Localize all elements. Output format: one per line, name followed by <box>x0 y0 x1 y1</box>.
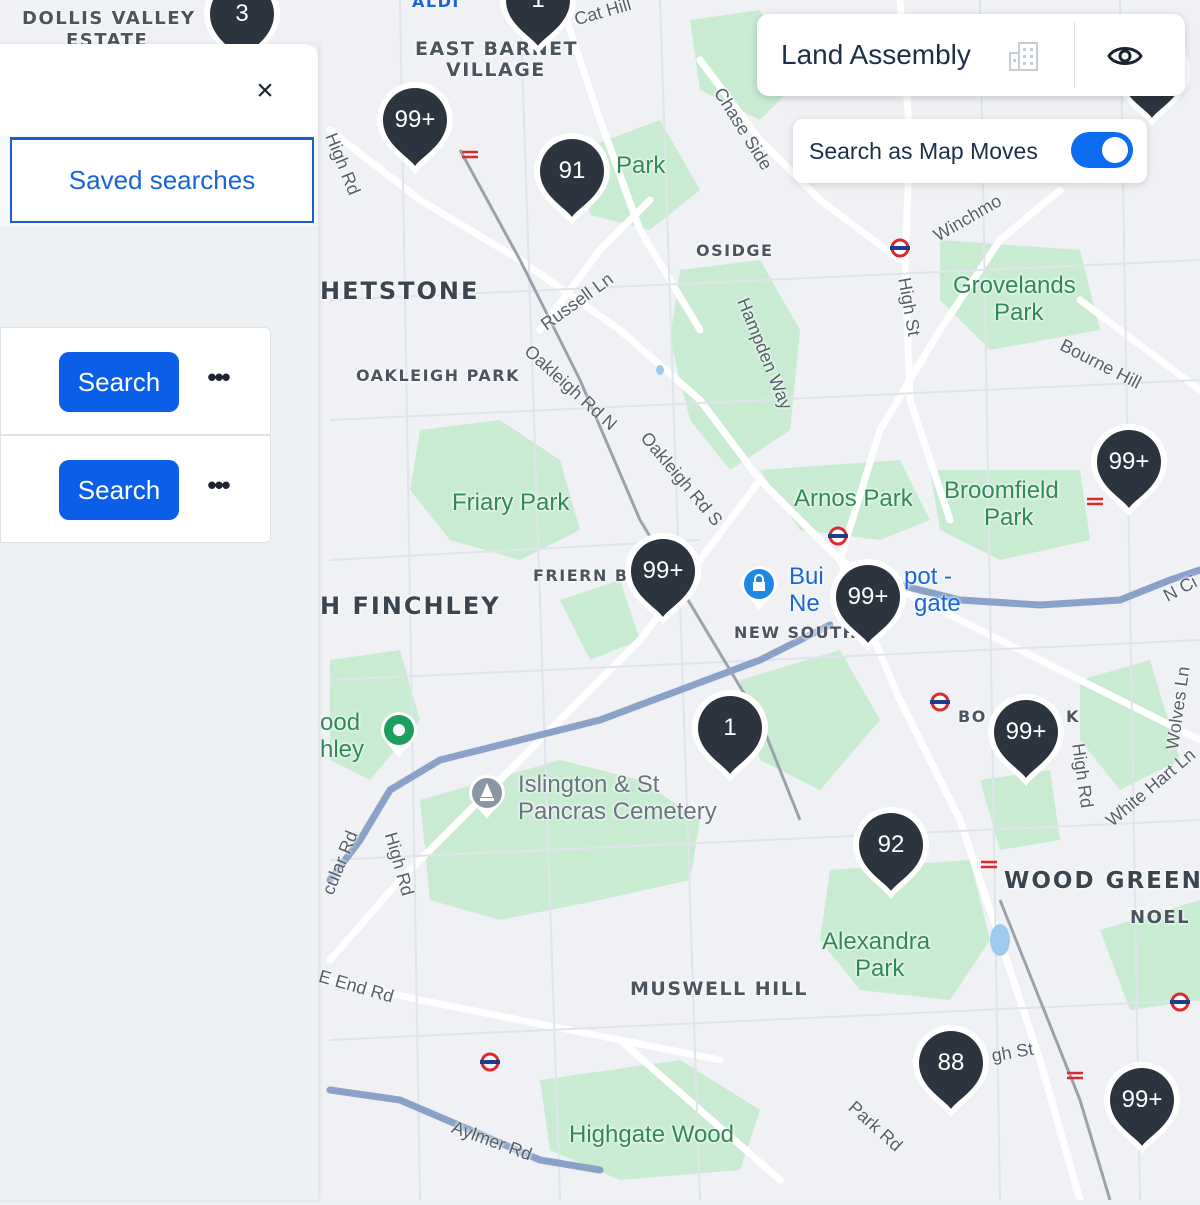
park-label-highgate-wood: Highgate Wood <box>569 1121 734 1148</box>
map-cluster-marker[interactable]: 99+ <box>1089 422 1169 518</box>
marker-count: 99+ <box>394 106 436 133</box>
poi-label-cemetery-2: Pancras Cemetery <box>518 798 717 825</box>
poi-label-new: Ne <box>789 590 820 617</box>
place-label-east-barnet-village: VILLAGE <box>446 59 546 81</box>
marker-count: 88 <box>937 1049 965 1076</box>
marker-count: 1 <box>723 714 737 741</box>
park-label-alexandra-park: Park <box>855 955 905 982</box>
saved-searches-panel: × Saved searches Search ••• Search ••• <box>0 44 318 1200</box>
poi-label-southgate: gate <box>914 590 961 617</box>
poi-label-depot: pot - <box>904 563 953 590</box>
close-panel-button[interactable]: × <box>248 74 282 108</box>
place-label-bowes: BO <box>958 707 987 726</box>
marker-count: 99+ <box>1121 1086 1163 1113</box>
park-label-alexandra: Alexandra <box>822 928 931 955</box>
park-label-grovelands-park: Park <box>994 299 1044 326</box>
poi-label-buildbase: Bui <box>789 563 824 590</box>
search-as-map-moves-toggle[interactable] <box>1071 132 1133 168</box>
more-options-icon[interactable]: ••• <box>201 362 235 402</box>
map-cluster-marker[interactable]: 92 <box>851 805 931 901</box>
park-label-broomfield-park: Park <box>984 504 1034 531</box>
toggle-knob <box>1102 137 1128 163</box>
tab-saved-searches-label: Saved searches <box>68 165 256 195</box>
marker-count: 99+ <box>1108 448 1150 475</box>
search-as-map-moves-card: Search as Map Moves <box>793 119 1147 183</box>
place-label-whetstone: HETSTONE <box>320 277 480 305</box>
place-label-wood-green: WOOD GREEN <box>1004 868 1200 894</box>
saved-search-card[interactable]: Search ••• <box>0 435 271 543</box>
place-label-osidge: OSIDGE <box>696 241 774 260</box>
park-pin-icon[interactable] <box>379 710 419 760</box>
poi-label-cemetery: Islington & St <box>518 771 660 798</box>
marker-count: 91 <box>558 157 586 184</box>
search-button[interactable]: Search <box>59 460 179 520</box>
land-assembly-title: Land Assembly <box>781 39 971 70</box>
search-as-map-moves-label: Search as Map Moves <box>809 138 1038 164</box>
building-icon[interactable] <box>1007 40 1041 77</box>
search-button[interactable]: Search <box>59 352 179 412</box>
park-label-grovelands: Grovelands <box>953 272 1076 299</box>
eye-icon[interactable] <box>1103 34 1147 78</box>
map-cluster-marker[interactable]: 91 <box>532 131 612 227</box>
park-label-friary-park: Friary Park <box>452 489 570 516</box>
park-label-arnos-park: Arnos Park <box>794 485 913 512</box>
marker-count: 1 <box>498 0 578 40</box>
park-label-finchley: hley <box>320 736 365 763</box>
map-cluster-marker[interactable]: 1 <box>498 0 578 56</box>
map-cluster-marker[interactable]: 99+ <box>623 531 703 627</box>
place-label-aldi: ALDI <box>412 0 460 11</box>
hardware-store-pin-icon[interactable] <box>739 566 779 612</box>
map-cluster-marker[interactable]: 99+ <box>375 80 455 176</box>
divider <box>1074 22 1075 88</box>
park-label-woodside: ood <box>320 709 361 736</box>
place-label-bowes-park: K <box>1066 707 1080 726</box>
panel-header: × <box>0 44 318 136</box>
cemetery-pin-icon[interactable] <box>467 775 507 821</box>
map-cluster-marker[interactable]: 99+ <box>1102 1060 1182 1156</box>
map-cluster-marker[interactable]: 99+ <box>828 557 908 653</box>
marker-count: 99+ <box>847 583 889 610</box>
land-assembly-card[interactable]: Land Assembly <box>757 14 1185 96</box>
map-cluster-marker[interactable]: 88 <box>911 1023 991 1119</box>
more-options-icon[interactable]: ••• <box>201 470 235 510</box>
place-label-noel-park: NOEL <box>1130 907 1191 928</box>
map-cluster-marker[interactable]: 99+ <box>986 692 1066 788</box>
marker-count: 99+ <box>1005 718 1047 745</box>
tab-saved-searches[interactable]: Saved searches <box>10 137 314 223</box>
place-label-dollis-valley: DOLLIS VALLEY <box>22 8 196 29</box>
saved-search-card[interactable]: Search ••• <box>0 327 271 435</box>
marker-count: 99+ <box>642 557 684 584</box>
place-label-muswell-hill: MUSWELL HILL <box>630 978 808 1000</box>
park-label-broomfield: Broomfield <box>944 477 1059 504</box>
park-label-oak-hill-park: Park <box>616 152 666 179</box>
map-cluster-marker[interactable]: 1 <box>690 688 770 784</box>
place-label-north-finchley: H FINCHLEY <box>320 592 501 620</box>
marker-count: 92 <box>877 831 905 858</box>
place-label-friern-barnet: FRIERN B <box>533 566 629 585</box>
place-label-oakleigh-park: OAKLEIGH PARK <box>356 366 520 385</box>
